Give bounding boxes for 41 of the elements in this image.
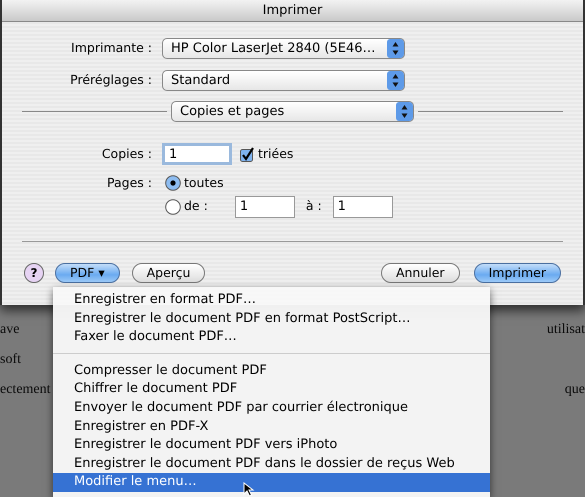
updown-arrows-icon xyxy=(387,39,404,58)
menu-item[interactable]: Enregistrer le document PDF dans le dossier de reçus Web xyxy=(53,454,490,474)
menu-item[interactable]: Enregistrer en PDF-X xyxy=(53,418,490,436)
popup-menu[interactable]: Standard xyxy=(162,70,405,91)
checkbox[interactable] xyxy=(240,146,255,162)
window-title: Imprimer xyxy=(2,0,583,22)
updown-arrows-icon xyxy=(387,71,404,90)
dialog-button[interactable]: Aperçu xyxy=(132,262,206,283)
updown-arrows-icon xyxy=(396,102,413,121)
pages-label: Pages : xyxy=(106,174,153,192)
menu-item[interactable]: Envoyer le document PDF par courrier électronique xyxy=(53,398,490,418)
copies-field[interactable]: 1 xyxy=(162,143,232,165)
menu-item[interactable]: Enregistrer le document PDF en format PostScript… xyxy=(53,310,490,328)
popup-label: Préréglages : xyxy=(69,71,153,90)
pdf-menu-button[interactable]: PDF ▾ xyxy=(55,262,120,283)
page-text: que xyxy=(564,381,585,399)
menu-item[interactable]: Enregistrer en format PDF… xyxy=(53,291,490,310)
from-field[interactable]: 1 xyxy=(234,196,295,218)
popup-menu[interactable]: Copies et pages xyxy=(171,101,414,122)
page-text: soft xyxy=(0,351,21,369)
menu-item[interactable]: Faxer le document PDF… xyxy=(53,328,490,347)
copies-label: Copies : xyxy=(100,144,153,163)
menu-item[interactable]: Enregistrer le document PDF vers iPhoto xyxy=(53,436,490,455)
popup-label: Imprimante : xyxy=(70,39,153,58)
page-text: utilisat xyxy=(546,321,585,339)
help-button[interactable]: ? xyxy=(24,262,44,283)
radio-button[interactable] xyxy=(165,198,181,215)
page-text: ectement xyxy=(0,381,51,399)
menu-item[interactable]: Compresser le document PDF xyxy=(53,362,490,380)
popup-menu[interactable]: HP Color LaserJet 2840 (5E46… xyxy=(162,38,405,59)
page-text: ave xyxy=(0,321,20,339)
dialog-button[interactable]: Imprimer xyxy=(474,262,561,283)
radio-button[interactable] xyxy=(165,175,181,192)
dialog-button[interactable]: Annuler xyxy=(380,262,460,283)
to-field[interactable]: 1 xyxy=(332,196,393,218)
radio-label: de : xyxy=(184,197,208,216)
menu-item[interactable]: Chiffrer le document PDF xyxy=(53,380,490,399)
menu-item[interactable]: Modifier le menu… xyxy=(53,473,490,492)
radio-label: toutes xyxy=(184,174,224,192)
to-label: à : xyxy=(306,197,322,216)
collate-label: triées xyxy=(258,144,294,163)
